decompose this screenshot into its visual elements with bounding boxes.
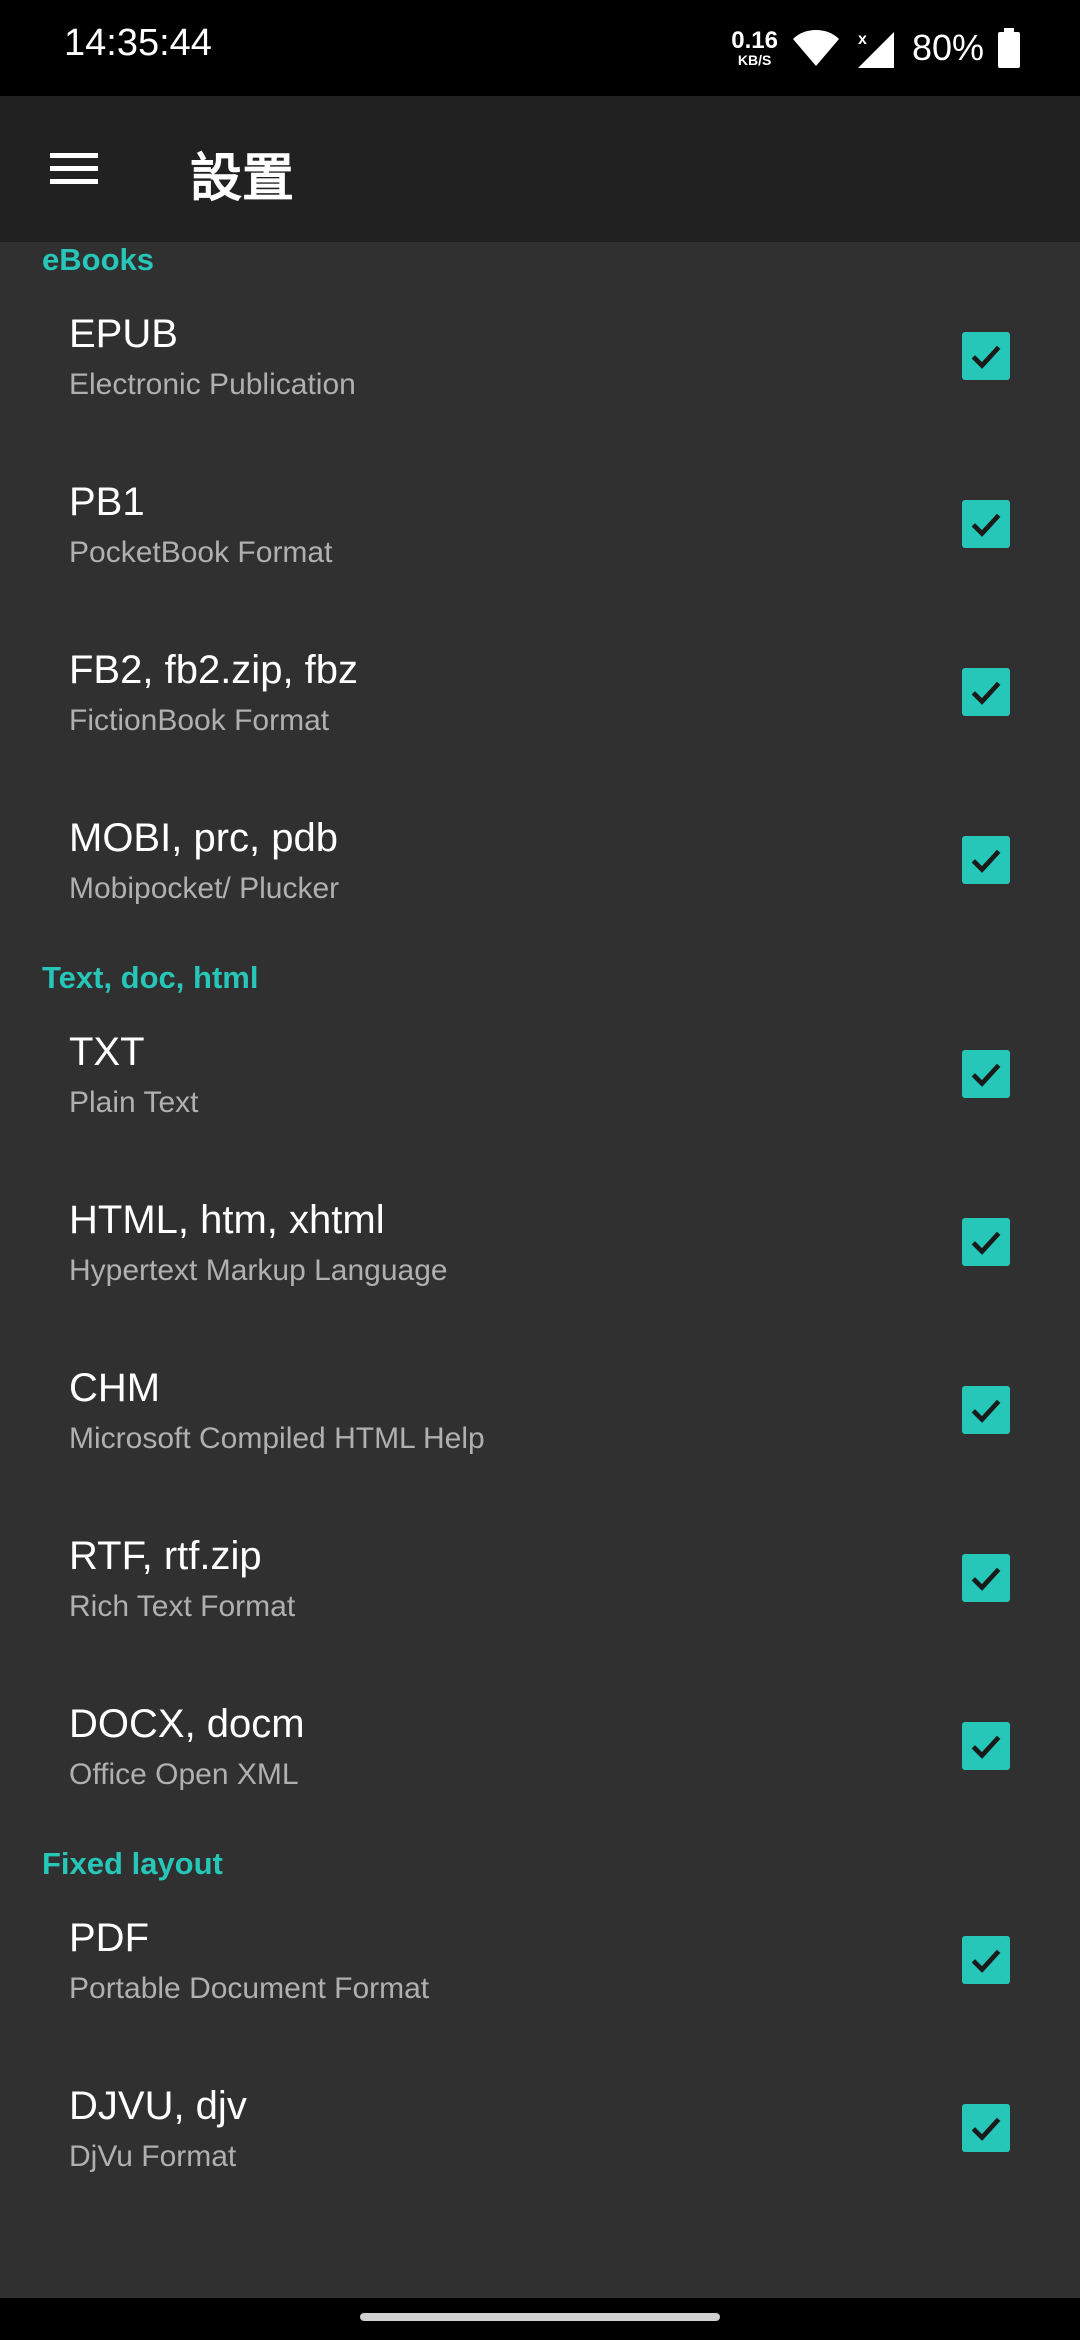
check-icon xyxy=(971,513,1001,537)
setting-item-djvu[interactable]: DJVU, djv DjVu Format xyxy=(0,2060,1080,2228)
navigation-bar xyxy=(0,2298,1080,2340)
setting-checkbox[interactable] xyxy=(962,836,1010,884)
check-icon xyxy=(971,1735,1001,1759)
setting-checkbox[interactable] xyxy=(962,1050,1010,1098)
network-speed: 0.16 KB/S xyxy=(731,27,778,68)
setting-title: DOCX, docm xyxy=(69,1702,305,1746)
setting-item-mobi[interactable]: MOBI, prc, pdb Mobipocket/ Plucker xyxy=(0,792,1080,960)
setting-checkbox[interactable] xyxy=(962,2104,1010,2152)
check-icon xyxy=(971,1063,1001,1087)
setting-checkbox[interactable] xyxy=(962,1218,1010,1266)
app-bar: 設置 xyxy=(0,96,1080,242)
setting-checkbox[interactable] xyxy=(962,500,1010,548)
section-header-fixed-layout: Fixed layout xyxy=(42,1846,223,1881)
setting-subtitle: FictionBook Format xyxy=(69,704,330,737)
setting-checkbox[interactable] xyxy=(962,332,1010,380)
setting-item-docx[interactable]: DOCX, docm Office Open XML xyxy=(0,1678,1080,1846)
setting-checkbox[interactable] xyxy=(962,1386,1010,1434)
setting-subtitle: Plain Text xyxy=(69,1086,199,1119)
check-icon xyxy=(971,1231,1001,1255)
setting-item-pb1[interactable]: PB1 PocketBook Format xyxy=(0,456,1080,624)
check-icon xyxy=(971,681,1001,705)
setting-checkbox[interactable] xyxy=(962,1722,1010,1770)
network-speed-value: 0.16 xyxy=(731,27,778,54)
check-icon xyxy=(971,345,1001,369)
setting-title: EPUB xyxy=(69,312,178,356)
setting-title: PB1 xyxy=(69,480,145,524)
setting-item-rtf[interactable]: RTF, rtf.zip Rich Text Format xyxy=(0,1510,1080,1678)
wifi-icon xyxy=(792,30,839,66)
check-icon xyxy=(971,2117,1001,2141)
check-icon xyxy=(971,1399,1001,1423)
check-icon xyxy=(971,1567,1001,1591)
battery-icon xyxy=(998,28,1020,68)
setting-subtitle: Hypertext Markup Language xyxy=(69,1254,448,1287)
setting-item-html[interactable]: HTML, htm, xhtml Hypertext Markup Langua… xyxy=(0,1174,1080,1342)
setting-subtitle: Microsoft Compiled HTML Help xyxy=(69,1422,485,1455)
status-icons: 0.16 KB/S x 80% xyxy=(731,18,1020,78)
setting-title: RTF, rtf.zip xyxy=(69,1534,262,1578)
page-title: 設置 xyxy=(190,150,295,208)
setting-title: TXT xyxy=(69,1030,145,1074)
status-bar: 14:35:44 0.16 KB/S x 80% xyxy=(0,0,1080,96)
setting-title: DJVU, djv xyxy=(69,2084,247,2128)
setting-title: FB2, fb2.zip, fbz xyxy=(69,648,359,692)
setting-checkbox[interactable] xyxy=(962,668,1010,716)
setting-checkbox[interactable] xyxy=(962,1936,1010,1984)
setting-item-epub[interactable]: EPUB Electronic Publication xyxy=(0,288,1080,456)
check-icon xyxy=(971,1949,1001,1973)
setting-item-fb2[interactable]: FB2, fb2.zip, fbz FictionBook Format xyxy=(0,624,1080,792)
section-header-ebooks: eBooks xyxy=(42,242,154,277)
gesture-handle[interactable] xyxy=(360,2313,720,2321)
setting-item-pdf[interactable]: PDF Portable Document Format xyxy=(0,1892,1080,2060)
setting-item-txt[interactable]: TXT Plain Text xyxy=(0,1006,1080,1174)
setting-checkbox[interactable] xyxy=(962,1554,1010,1602)
setting-subtitle: Rich Text Format xyxy=(69,1590,296,1623)
setting-title: HTML, htm, xhtml xyxy=(69,1198,385,1242)
setting-title: MOBI, prc, pdb xyxy=(69,816,338,860)
setting-item-chm[interactable]: CHM Microsoft Compiled HTML Help xyxy=(0,1342,1080,1510)
menu-button[interactable] xyxy=(34,129,114,209)
setting-subtitle: Mobipocket/ Plucker xyxy=(69,872,340,905)
hamburger-menu-icon xyxy=(50,153,98,184)
setting-subtitle: Office Open XML xyxy=(69,1758,299,1791)
cell-signal-icon: x xyxy=(857,31,894,68)
setting-subtitle: PocketBook Format xyxy=(69,536,333,569)
setting-subtitle: Electronic Publication xyxy=(69,368,356,401)
setting-title: PDF xyxy=(69,1916,149,1960)
setting-subtitle: DjVu Format xyxy=(69,2140,237,2173)
check-icon xyxy=(971,849,1001,873)
setting-subtitle: Portable Document Format xyxy=(69,1972,430,2005)
battery-percent: 80% xyxy=(911,27,984,68)
settings-list[interactable]: eBooks EPUB Electronic Publication PB1 P… xyxy=(0,242,1080,2298)
section-header-text-doc-html: Text, doc, html xyxy=(42,960,259,995)
svg-text:x: x xyxy=(858,31,867,48)
setting-title: CHM xyxy=(69,1366,161,1410)
network-speed-unit: KB/S xyxy=(737,52,772,68)
status-time: 14:35:44 xyxy=(64,22,212,64)
